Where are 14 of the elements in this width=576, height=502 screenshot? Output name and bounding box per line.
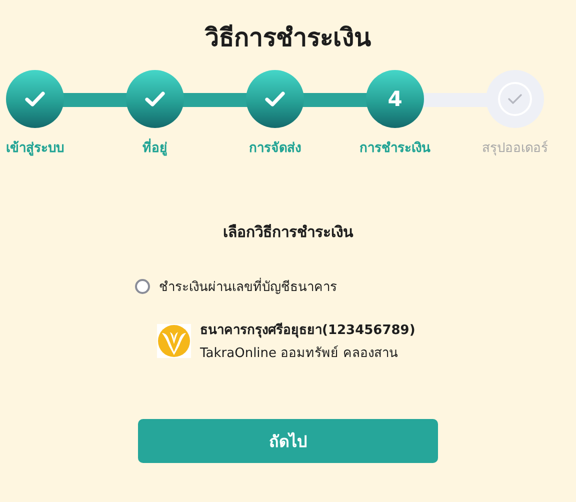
step-label: ที่อยู่ [142,137,168,158]
step-label: การชำระเงิน [360,140,430,158]
account-name: TakraOnline ออมทรัพย์ คลองสาน [200,344,399,363]
option-label: ชำระเงินผ่านเลขที่บัญชีธนาคาร [159,276,337,297]
radio-button[interactable] [135,279,150,294]
step-label: เข้าสู่ระบบ [6,140,64,158]
page-title: วิธีการชำระเงิน [205,22,371,54]
step-label: การจัดส่ง [249,140,301,158]
bank-name: ธนาคารกรุงศรีอยุธยา(123456789) [200,322,416,340]
next-button[interactable]: ถัดไป [138,419,438,463]
section-title: เลือกวิธีการชำระเงิน [223,222,353,243]
bank-logo-icon [157,324,191,358]
step-number: 4 [366,70,424,128]
step-label: สรุปออเดอร์ [482,140,548,158]
